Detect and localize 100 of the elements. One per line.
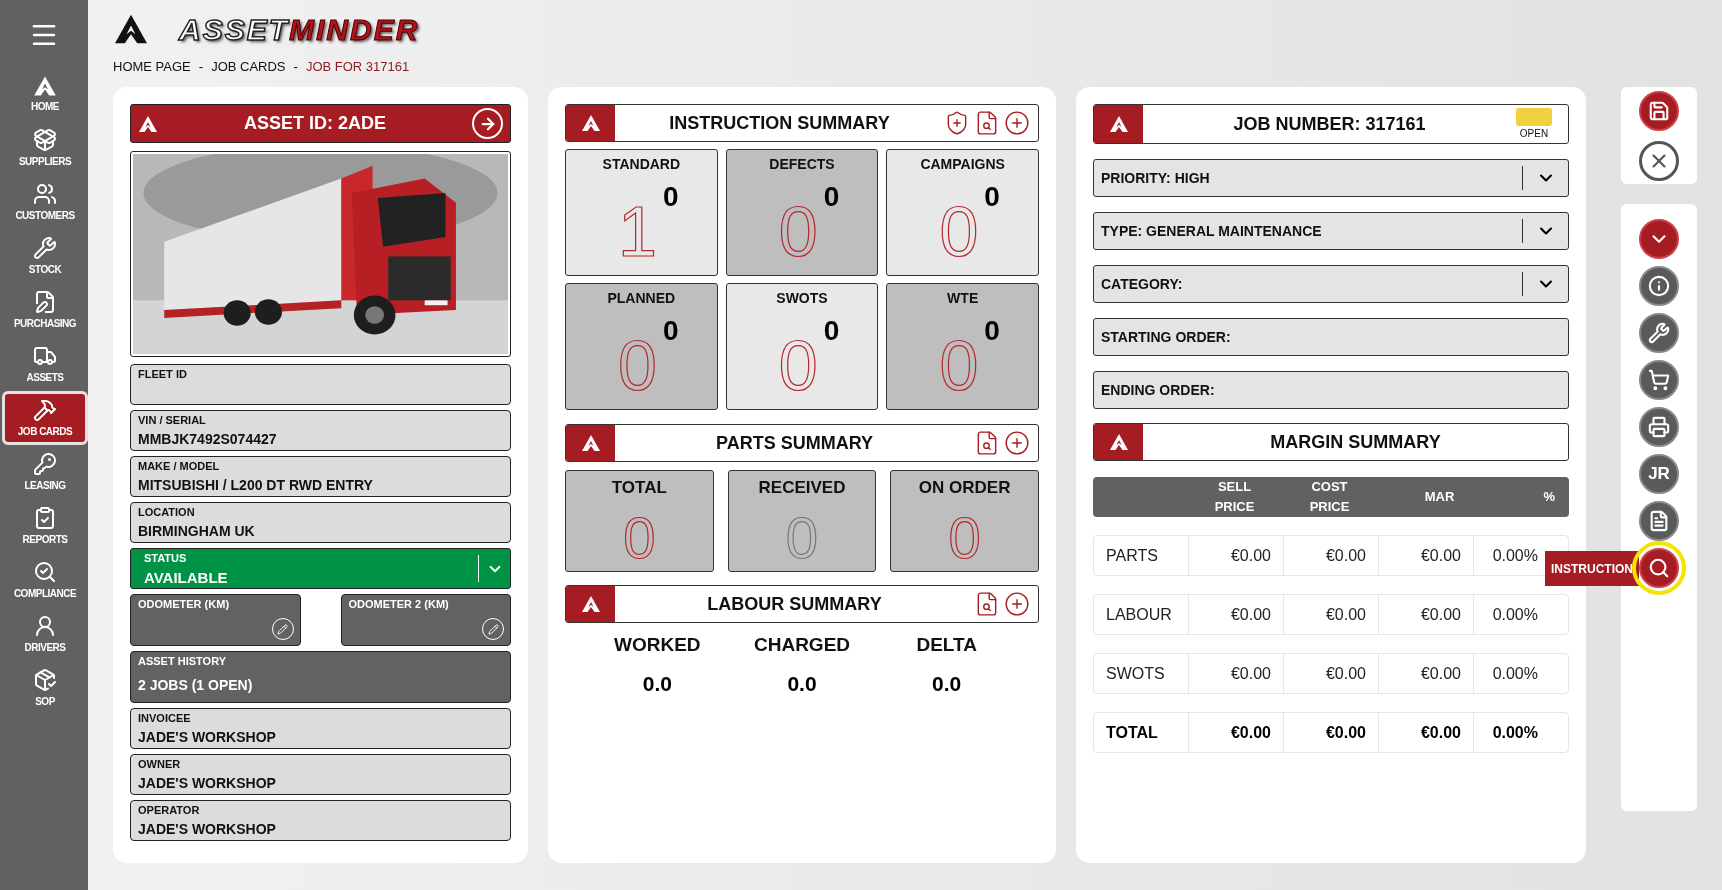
cart-button[interactable] <box>1639 360 1679 400</box>
printer-button[interactable] <box>1639 407 1679 447</box>
tile-label: TOTAL <box>611 477 667 499</box>
add-button[interactable] <box>1004 430 1030 456</box>
breadcrumb-link[interactable]: JOB CARDS <box>211 57 286 77</box>
wrench-icon <box>1648 322 1670 344</box>
add-icon <box>1004 430 1030 456</box>
column-header: MAR <box>1423 488 1456 506</box>
wrench-button[interactable] <box>1639 313 1679 353</box>
logo-icon <box>580 595 601 613</box>
dropdown-field[interactable]: PRIORITY: HIGH <box>1093 159 1569 197</box>
column-header: SELL PRICE <box>1213 478 1256 516</box>
add-button[interactable] <box>1004 591 1030 617</box>
nav-item[interactable]: SOP <box>2 661 88 715</box>
nav-item[interactable]: DRIVERS <box>2 607 88 661</box>
brand-logo: ASSETMINDER <box>179 11 420 48</box>
nav-item[interactable]: CUSTOMERS <box>2 175 88 229</box>
wrench-icon <box>33 235 57 260</box>
asset-title: ASSET ID: 2ADE <box>243 112 387 135</box>
breadcrumb-separator: - <box>292 58 299 77</box>
input-field[interactable]: STARTING ORDER: <box>1093 318 1569 356</box>
status-dropdown[interactable]: STATUS AVAILABLE <box>130 548 511 589</box>
stat-label: WORKED <box>614 633 701 657</box>
breadcrumb-link[interactable]: HOME PAGE <box>113 57 191 77</box>
table-cell: €0.00 <box>1188 654 1283 693</box>
nav-item[interactable]: ASSETS <box>2 337 88 391</box>
dropdown-field[interactable]: TYPE: GENERAL MAINTENANCE <box>1093 212 1569 250</box>
table-cell: €0.00 <box>1283 536 1378 575</box>
nav-item[interactable]: JOB CARDS <box>2 391 88 445</box>
nav-item[interactable]: PURCHASING <box>2 283 88 337</box>
nav-item[interactable]: REPORTS <box>2 499 88 553</box>
dropdown-field[interactable]: CATEGORY: <box>1093 265 1569 303</box>
table-cell: 0.00% <box>1473 713 1568 752</box>
person-icon <box>33 613 57 638</box>
document-pen-icon <box>33 289 57 314</box>
pencil-icon <box>487 623 499 635</box>
chevron-down-button[interactable] <box>1639 219 1679 259</box>
info-button[interactable] <box>1639 266 1679 306</box>
tile-subcount: 0 <box>823 183 840 211</box>
input-field[interactable]: ENDING ORDER: <box>1093 371 1569 409</box>
nav-item[interactable]: COMPLIANCE <box>2 553 88 607</box>
close-button[interactable] <box>1639 140 1679 181</box>
table-cell: 0.00% <box>1473 654 1568 693</box>
table-cell: €0.00 <box>1283 713 1378 752</box>
nav-item[interactable]: SUPPLIERS <box>2 121 88 175</box>
breadcrumb-separator: - <box>197 58 205 77</box>
save-button[interactable] <box>1639 90 1679 131</box>
clipboard-check-icon <box>33 505 57 530</box>
magnifier-check-icon <box>33 559 57 584</box>
hammer-icon <box>33 397 57 422</box>
stat-value: 0.0 <box>787 670 817 697</box>
field-label: VIN / SERIAL <box>138 413 207 428</box>
info-icon <box>1648 275 1670 297</box>
table-cell: €0.00 <box>1378 595 1473 634</box>
stat-value: 0.0 <box>932 670 962 697</box>
stat-label: CHARGED <box>753 633 851 657</box>
job-title: JOB NUMBER: 317161 <box>1232 112 1427 136</box>
table-cell: €0.00 <box>1283 595 1378 634</box>
section-title: LABOUR SUMMARY <box>706 592 883 616</box>
section-title: MARGIN SUMMARY <box>1269 430 1442 454</box>
field-value: JADE'S WORKSHOP <box>138 727 277 747</box>
parts-tile[interactable]: ON ORDER 0 <box>890 470 1039 572</box>
stat-value: 0.0 <box>642 670 672 697</box>
open-asset-button[interactable] <box>472 108 503 139</box>
nav-item[interactable]: HOME <box>2 67 88 121</box>
logo-icon <box>580 434 601 452</box>
parts-tile[interactable]: TOTAL 0 <box>565 470 714 572</box>
printer-icon <box>1648 416 1670 438</box>
field-label: FLEET ID <box>138 367 188 382</box>
search-icon <box>1648 557 1670 579</box>
field-value: BIRMINGHAM UK <box>138 521 256 541</box>
add-icon <box>1004 591 1030 617</box>
odometer-field[interactable]: ODOMETER (KM) <box>130 594 301 646</box>
section-title: PARTS SUMMARY <box>715 431 874 455</box>
pencil-icon <box>277 623 288 635</box>
nav-item[interactable]: LEASING <box>2 445 88 499</box>
field-value: JADE'S WORKSHOP <box>138 773 277 793</box>
field-label: ODOMETER 2 (KM) <box>348 597 450 612</box>
table-cell: €0.00 <box>1378 536 1473 575</box>
nav-item[interactable]: STOCK <box>2 229 88 283</box>
field-value: MITSUBISHI / L200 DT RWD ENTRY <box>138 475 374 495</box>
package-icon <box>33 127 57 152</box>
document-button[interactable] <box>1639 501 1679 541</box>
breadcrumb-link[interactable]: JOB FOR 317161 <box>305 57 410 77</box>
odometer-field[interactable]: ODOMETER 2 (KM) <box>340 594 511 646</box>
field-label: MAKE / MODEL <box>138 459 221 474</box>
logo-icon <box>138 114 158 133</box>
cart-icon <box>1648 369 1670 391</box>
field-label: INVOICEE <box>138 711 192 726</box>
table-cell: 0.00% <box>1473 595 1568 634</box>
add-button[interactable] <box>1004 110 1030 136</box>
tile-label: STANDARD <box>602 155 681 174</box>
column-header: % <box>1542 488 1556 506</box>
parts-tile[interactable]: RECEIVED 0 <box>727 470 877 572</box>
table-cell-text: SWOTS <box>1105 663 1166 684</box>
box-check-icon <box>33 667 57 692</box>
table-cell: €0.00 <box>1283 654 1378 693</box>
tile-label: ON ORDER <box>918 477 1011 499</box>
jr-button[interactable]: JR <box>1639 454 1679 494</box>
tile-subcount: 0 <box>823 317 840 345</box>
